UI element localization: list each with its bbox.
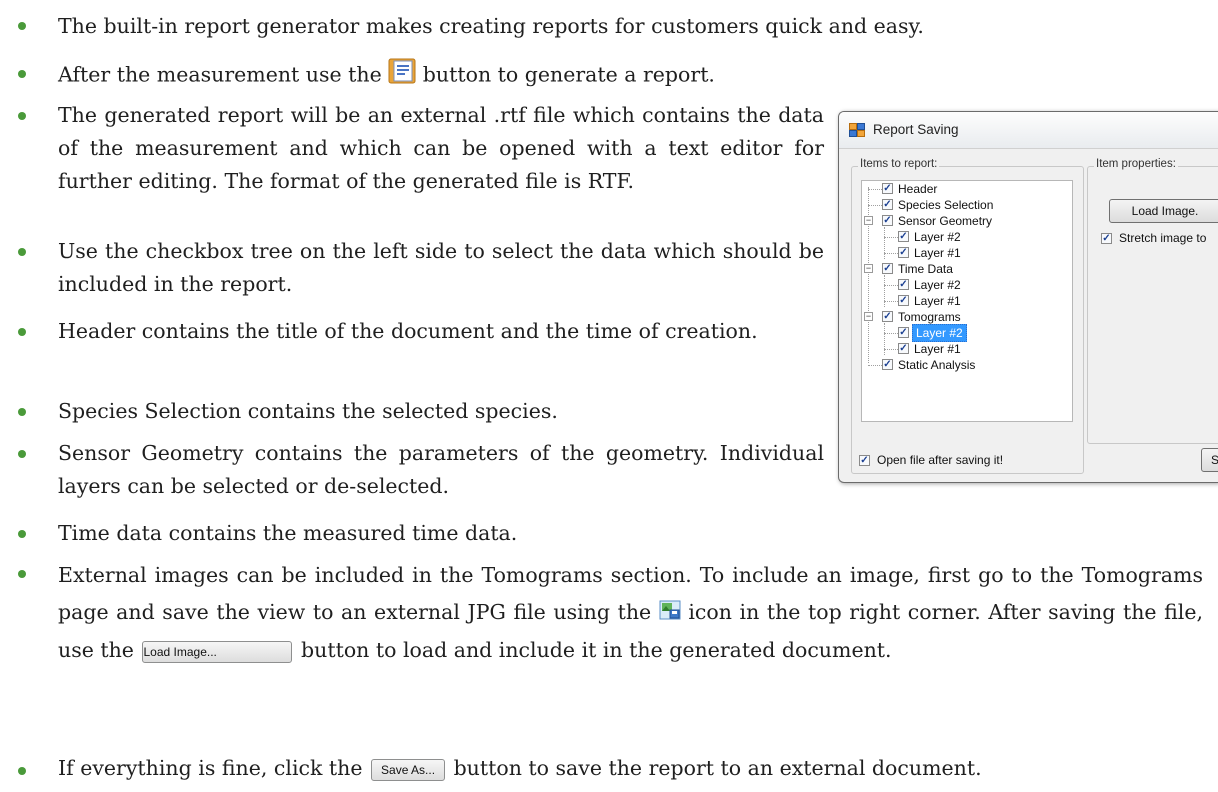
bullet-dot [18, 408, 26, 416]
save-as-inline-button: Save As... [371, 758, 446, 781]
stretch-image-checkbox[interactable]: ✓ [1101, 233, 1112, 244]
tree-node-label: Layer #1 [914, 246, 961, 260]
open-file-checkbox[interactable]: ✓ [859, 455, 870, 466]
bullet-text: External images can be included in the T… [58, 557, 1203, 669]
bullet-dot [18, 22, 26, 30]
collapse-icon[interactable]: − [864, 312, 873, 321]
bullet-dot [18, 328, 26, 336]
tree-checkbox[interactable]: ✓ [882, 359, 893, 370]
bullet-text: Use the checkbox tree on the left side t… [58, 239, 824, 296]
properties-group-label: Item properties: [1094, 158, 1178, 170]
dialog-title: Report Saving [873, 122, 959, 137]
save-as-button[interactable]: S [1201, 448, 1218, 472]
open-file-checkbox-label: Open file after saving it! [877, 453, 1004, 467]
document: The built-in report generator makes crea… [0, 0, 1218, 792]
window-icon [849, 123, 865, 137]
tree-checkbox[interactable]: ✓ [882, 183, 893, 194]
bullet-dot [18, 530, 26, 538]
bullet-text-before: After the measurement use the [58, 62, 382, 87]
bullet-dot [18, 112, 26, 120]
tree-node-label: Time Data [898, 262, 953, 276]
tree-checkbox[interactable]: ✓ [898, 247, 909, 258]
bullet-text-after: button to generate a report. [422, 62, 715, 87]
bullet-dot [18, 248, 26, 256]
items-group-label: Items to report: [858, 158, 940, 170]
tree-checkbox[interactable]: ✓ [882, 311, 893, 322]
bullet-dot [18, 767, 26, 775]
tree-checkbox[interactable]: ✓ [882, 199, 893, 210]
collapse-icon[interactable]: − [864, 264, 873, 273]
report-icon [388, 58, 416, 94]
tree-node-label: Species Selection [898, 198, 994, 212]
bullet-text-after: button to save the report to an external… [453, 756, 982, 780]
bullet-text: Species Selection contains the selected … [58, 399, 558, 423]
tree-node-label: Static Analysis [898, 358, 976, 372]
tree-checkbox[interactable]: ✓ [898, 295, 909, 306]
tree-checkbox[interactable]: ✓ [898, 231, 909, 242]
tree-node-label: Tomograms [898, 310, 961, 324]
bullet-dot [18, 570, 26, 578]
bullet-text: Time data contains the measured time dat… [58, 521, 518, 545]
stretch-image-checkbox-label: Stretch image to [1119, 231, 1207, 245]
bullet-text: The built-in report generator makes crea… [58, 14, 924, 38]
tree-checkbox[interactable]: ✓ [898, 279, 909, 290]
bullet-text: Sensor Geometry contains the parameters … [58, 441, 824, 498]
tree-node-label: Layer #2 [914, 230, 961, 244]
tree-node-label: Layer #1 [914, 342, 961, 356]
bullet-text: If everything is fine, click the Save As… [58, 752, 982, 785]
tree-checkbox[interactable]: ✓ [882, 215, 893, 226]
load-image-button[interactable]: Load Image. [1109, 199, 1218, 223]
tree-checkbox[interactable]: ✓ [898, 343, 909, 354]
tree-node-label: Layer #2 [912, 324, 967, 342]
tree-node-label: Sensor Geometry [898, 214, 993, 228]
bullet-text: The generated report will be an external… [58, 103, 824, 193]
load-image-inline-button: Load Image... [142, 640, 293, 663]
collapse-icon[interactable]: − [864, 216, 873, 225]
bullet-text: Header contains the title of the documen… [58, 319, 758, 343]
save-image-icon [659, 595, 681, 632]
bullet-text-part3: button to load and include it in the gen… [301, 638, 892, 662]
report-saving-dialog: Report Saving Items to report: ✓ Header … [838, 111, 1218, 483]
tree-node-label: Header [898, 182, 938, 196]
tree-checkbox[interactable]: ✓ [898, 327, 909, 338]
tree-node-label: Layer #1 [914, 294, 961, 308]
bullet-text: After the measurement use the button to … [58, 58, 715, 94]
bullet-dot [18, 70, 26, 78]
tree-node-label: Layer #2 [914, 278, 961, 292]
items-tree[interactable]: ✓ Header ✓ Species Selection − ✓ Sensor … [861, 180, 1073, 422]
bullet-text-before: If everything is fine, click the [58, 756, 363, 780]
bullet-dot [18, 450, 26, 458]
tree-checkbox[interactable]: ✓ [882, 263, 893, 274]
dialog-titlebar: Report Saving [839, 112, 1218, 149]
